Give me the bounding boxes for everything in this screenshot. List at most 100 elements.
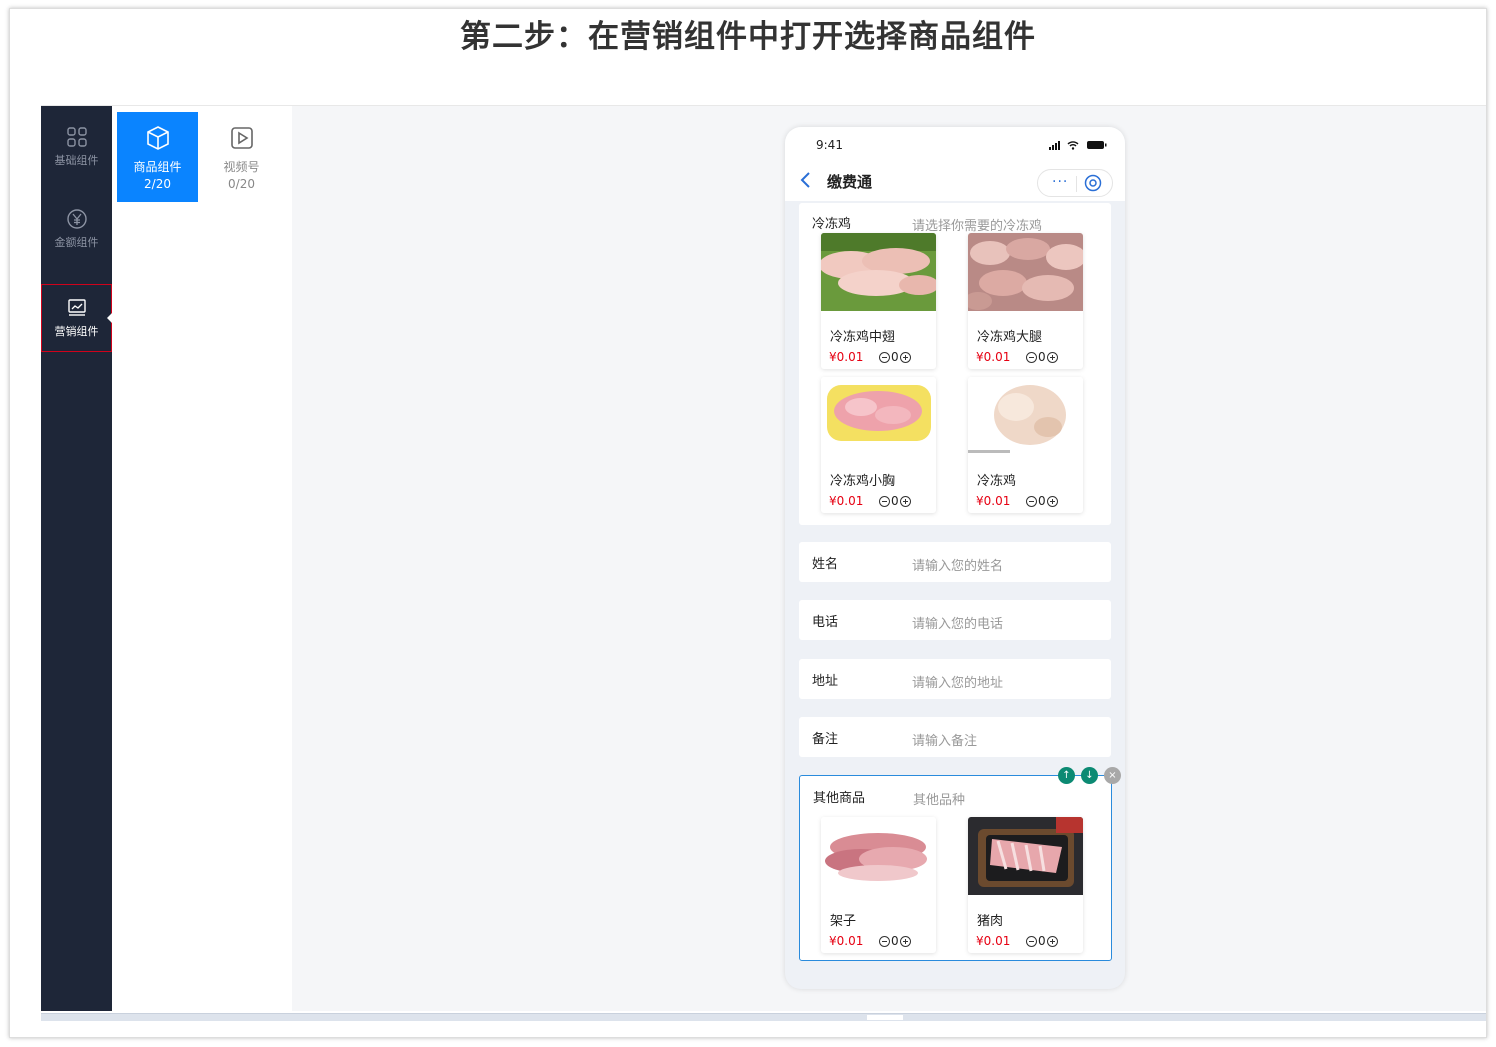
product-card[interactable]: 冷冻鸡 ¥0.01 0 xyxy=(968,377,1083,513)
plus-icon[interactable] xyxy=(899,935,911,947)
delete-icon[interactable]: × xyxy=(1104,767,1121,784)
quantity-stepper[interactable]: 0 xyxy=(1026,494,1058,508)
field-label: 备注 xyxy=(812,732,839,747)
product-price: ¥0.01 xyxy=(976,350,1011,364)
sidebar-item-marketing[interactable]: 营销组件 xyxy=(41,284,112,352)
move-up-icon[interactable]: ↑ xyxy=(1058,767,1075,784)
field-label: 姓名 xyxy=(812,557,839,572)
component-toolbar: ↑ ↓ × xyxy=(1052,767,1121,784)
minus-icon[interactable] xyxy=(879,351,890,363)
quantity-stepper[interactable]: 0 xyxy=(1026,350,1058,364)
close-target-icon[interactable] xyxy=(1084,174,1102,192)
quantity-stepper[interactable]: 0 xyxy=(879,494,911,508)
status-time: 9:41 xyxy=(816,138,843,152)
sidebar-item-basic[interactable]: 基础组件 xyxy=(41,106,112,174)
product-price: ¥0.01 xyxy=(829,494,864,508)
quantity-value: 0 xyxy=(891,934,899,948)
slide-title: 第二步：在营销组件中打开选择商品组件 xyxy=(460,19,1036,55)
quantity-value: 0 xyxy=(1038,934,1046,948)
slide-frame: 第二步：在营销组件中打开选择商品组件 基础组件 金额组件 营销组件 商品组件 2… xyxy=(9,8,1487,1038)
product-image-wings xyxy=(821,233,936,311)
product-card[interactable]: 架子 ¥0.01 0 xyxy=(821,817,936,953)
tile-label: 视频号 xyxy=(223,160,260,174)
field-placeholder: 请输入您的电话 xyxy=(912,617,1004,632)
field-label: 电话 xyxy=(812,615,839,630)
more-icon[interactable]: ··· xyxy=(1052,174,1068,190)
capsule-divider xyxy=(1076,176,1077,192)
page-title: 缴费通 xyxy=(827,173,873,191)
product-image-rack xyxy=(821,817,936,895)
move-down-icon[interactable]: ↓ xyxy=(1081,767,1098,784)
quantity-stepper[interactable]: 0 xyxy=(879,350,911,364)
play-icon xyxy=(230,127,253,149)
grid-icon xyxy=(66,127,87,147)
product-price: ¥0.01 xyxy=(976,494,1011,508)
yuan-icon xyxy=(66,209,87,229)
scrollbar-thumb[interactable] xyxy=(867,1015,903,1020)
product-name: 架子 xyxy=(830,914,857,929)
plus-icon[interactable] xyxy=(1046,935,1058,947)
field-placeholder: 请输入您的地址 xyxy=(912,676,1004,691)
mini-program-navbar: 缴费通 ··· xyxy=(785,163,1125,201)
minus-icon[interactable] xyxy=(1026,935,1037,947)
product-image-whole-chicken xyxy=(968,377,1083,455)
plus-icon[interactable] xyxy=(899,351,911,363)
quantity-stepper[interactable]: 0 xyxy=(879,934,911,948)
product-price: ¥0.01 xyxy=(829,350,864,364)
product-section-other[interactable]: ↑ ↓ × 其他商品 其他品种 架子 ¥0.01 0 猪肉 ¥0.01 0 xyxy=(799,767,1121,961)
cube-icon xyxy=(146,126,169,150)
sidebar-nav: 基础组件 金额组件 营销组件 xyxy=(41,106,112,1011)
product-image-drumsticks xyxy=(968,233,1083,311)
back-arrow-icon[interactable] xyxy=(799,171,813,189)
product-name: 冷冻鸡 xyxy=(977,474,1017,489)
sidebar-item-label: 基础组件 xyxy=(54,154,99,167)
product-card[interactable]: 冷冻鸡中翅 ¥0.01 0 xyxy=(821,233,936,369)
product-price: ¥0.01 xyxy=(829,934,864,948)
quantity-value: 0 xyxy=(1038,350,1046,364)
quantity-value: 0 xyxy=(891,350,899,364)
form-field-phone[interactable]: 电话 请输入您的电话 xyxy=(799,600,1111,640)
form-field-remark[interactable]: 备注 请输入备注 xyxy=(799,717,1111,757)
quantity-stepper[interactable]: 0 xyxy=(1026,934,1058,948)
tile-product-component[interactable]: 商品组件 2/20 xyxy=(117,112,198,202)
product-card[interactable]: 冷冻鸡小胸 ¥0.01 0 xyxy=(821,377,936,513)
sidebar-item-label: 金额组件 xyxy=(54,236,99,249)
tile-video-channel[interactable]: 视频号 0/20 xyxy=(201,112,282,202)
sidebar-item-amount[interactable]: 金额组件 xyxy=(41,198,112,266)
plus-icon[interactable] xyxy=(899,495,911,507)
plus-icon[interactable] xyxy=(1046,351,1058,363)
product-price: ¥0.01 xyxy=(976,934,1011,948)
product-card[interactable]: 冷冻鸡大腿 ¥0.01 0 xyxy=(968,233,1083,369)
product-image-breast xyxy=(821,377,936,455)
field-label: 冷冻鸡 xyxy=(812,217,852,232)
product-image-pork xyxy=(968,817,1083,895)
form-field-address[interactable]: 地址 请输入您的地址 xyxy=(799,659,1111,699)
quantity-value: 0 xyxy=(1038,494,1046,508)
plus-icon[interactable] xyxy=(1046,495,1058,507)
component-panel: 商品组件 2/20 视频号 0/20 xyxy=(112,106,292,1011)
tile-label: 商品组件 xyxy=(133,160,182,174)
product-card[interactable]: 猪肉 ¥0.01 0 xyxy=(968,817,1083,953)
status-bar: 9:41 xyxy=(785,127,1125,163)
product-section-frozen-chicken[interactable]: 冷冻鸡 请选择你需要的冷冻鸡 冷冻鸡中翅 ¥0.01 0 冷冻鸡大腿 ¥0.01… xyxy=(799,203,1111,525)
horizontal-scrollbar[interactable] xyxy=(41,1013,1486,1021)
signal-wifi-battery-icon xyxy=(1049,141,1107,150)
capsule-menu: ··· xyxy=(1037,169,1113,197)
product-name: 冷冻鸡小胸 xyxy=(830,474,896,489)
quantity-value: 0 xyxy=(891,494,899,508)
form-field-name[interactable]: 姓名 请输入您的姓名 xyxy=(799,542,1111,582)
field-placeholder: 请输入您的姓名 xyxy=(912,559,1004,574)
field-placeholder: 请输入备注 xyxy=(912,734,978,749)
field-placeholder: 请选择你需要的冷冻鸡 xyxy=(912,219,1043,234)
minus-icon[interactable] xyxy=(879,935,890,947)
editor-app: 基础组件 金额组件 营销组件 商品组件 2/20 视频号 0/20 xyxy=(41,105,1486,1011)
minus-icon[interactable] xyxy=(1026,495,1037,507)
product-name: 冷冻鸡大腿 xyxy=(977,330,1043,345)
minus-icon[interactable] xyxy=(879,495,890,507)
product-name: 冷冻鸡中翅 xyxy=(830,330,896,345)
field-label: 地址 xyxy=(812,674,839,689)
tile-count: 0/20 xyxy=(228,177,255,191)
minus-icon[interactable] xyxy=(1026,351,1037,363)
sidebar-item-label: 营销组件 xyxy=(54,325,99,338)
product-name: 猪肉 xyxy=(977,914,1004,929)
